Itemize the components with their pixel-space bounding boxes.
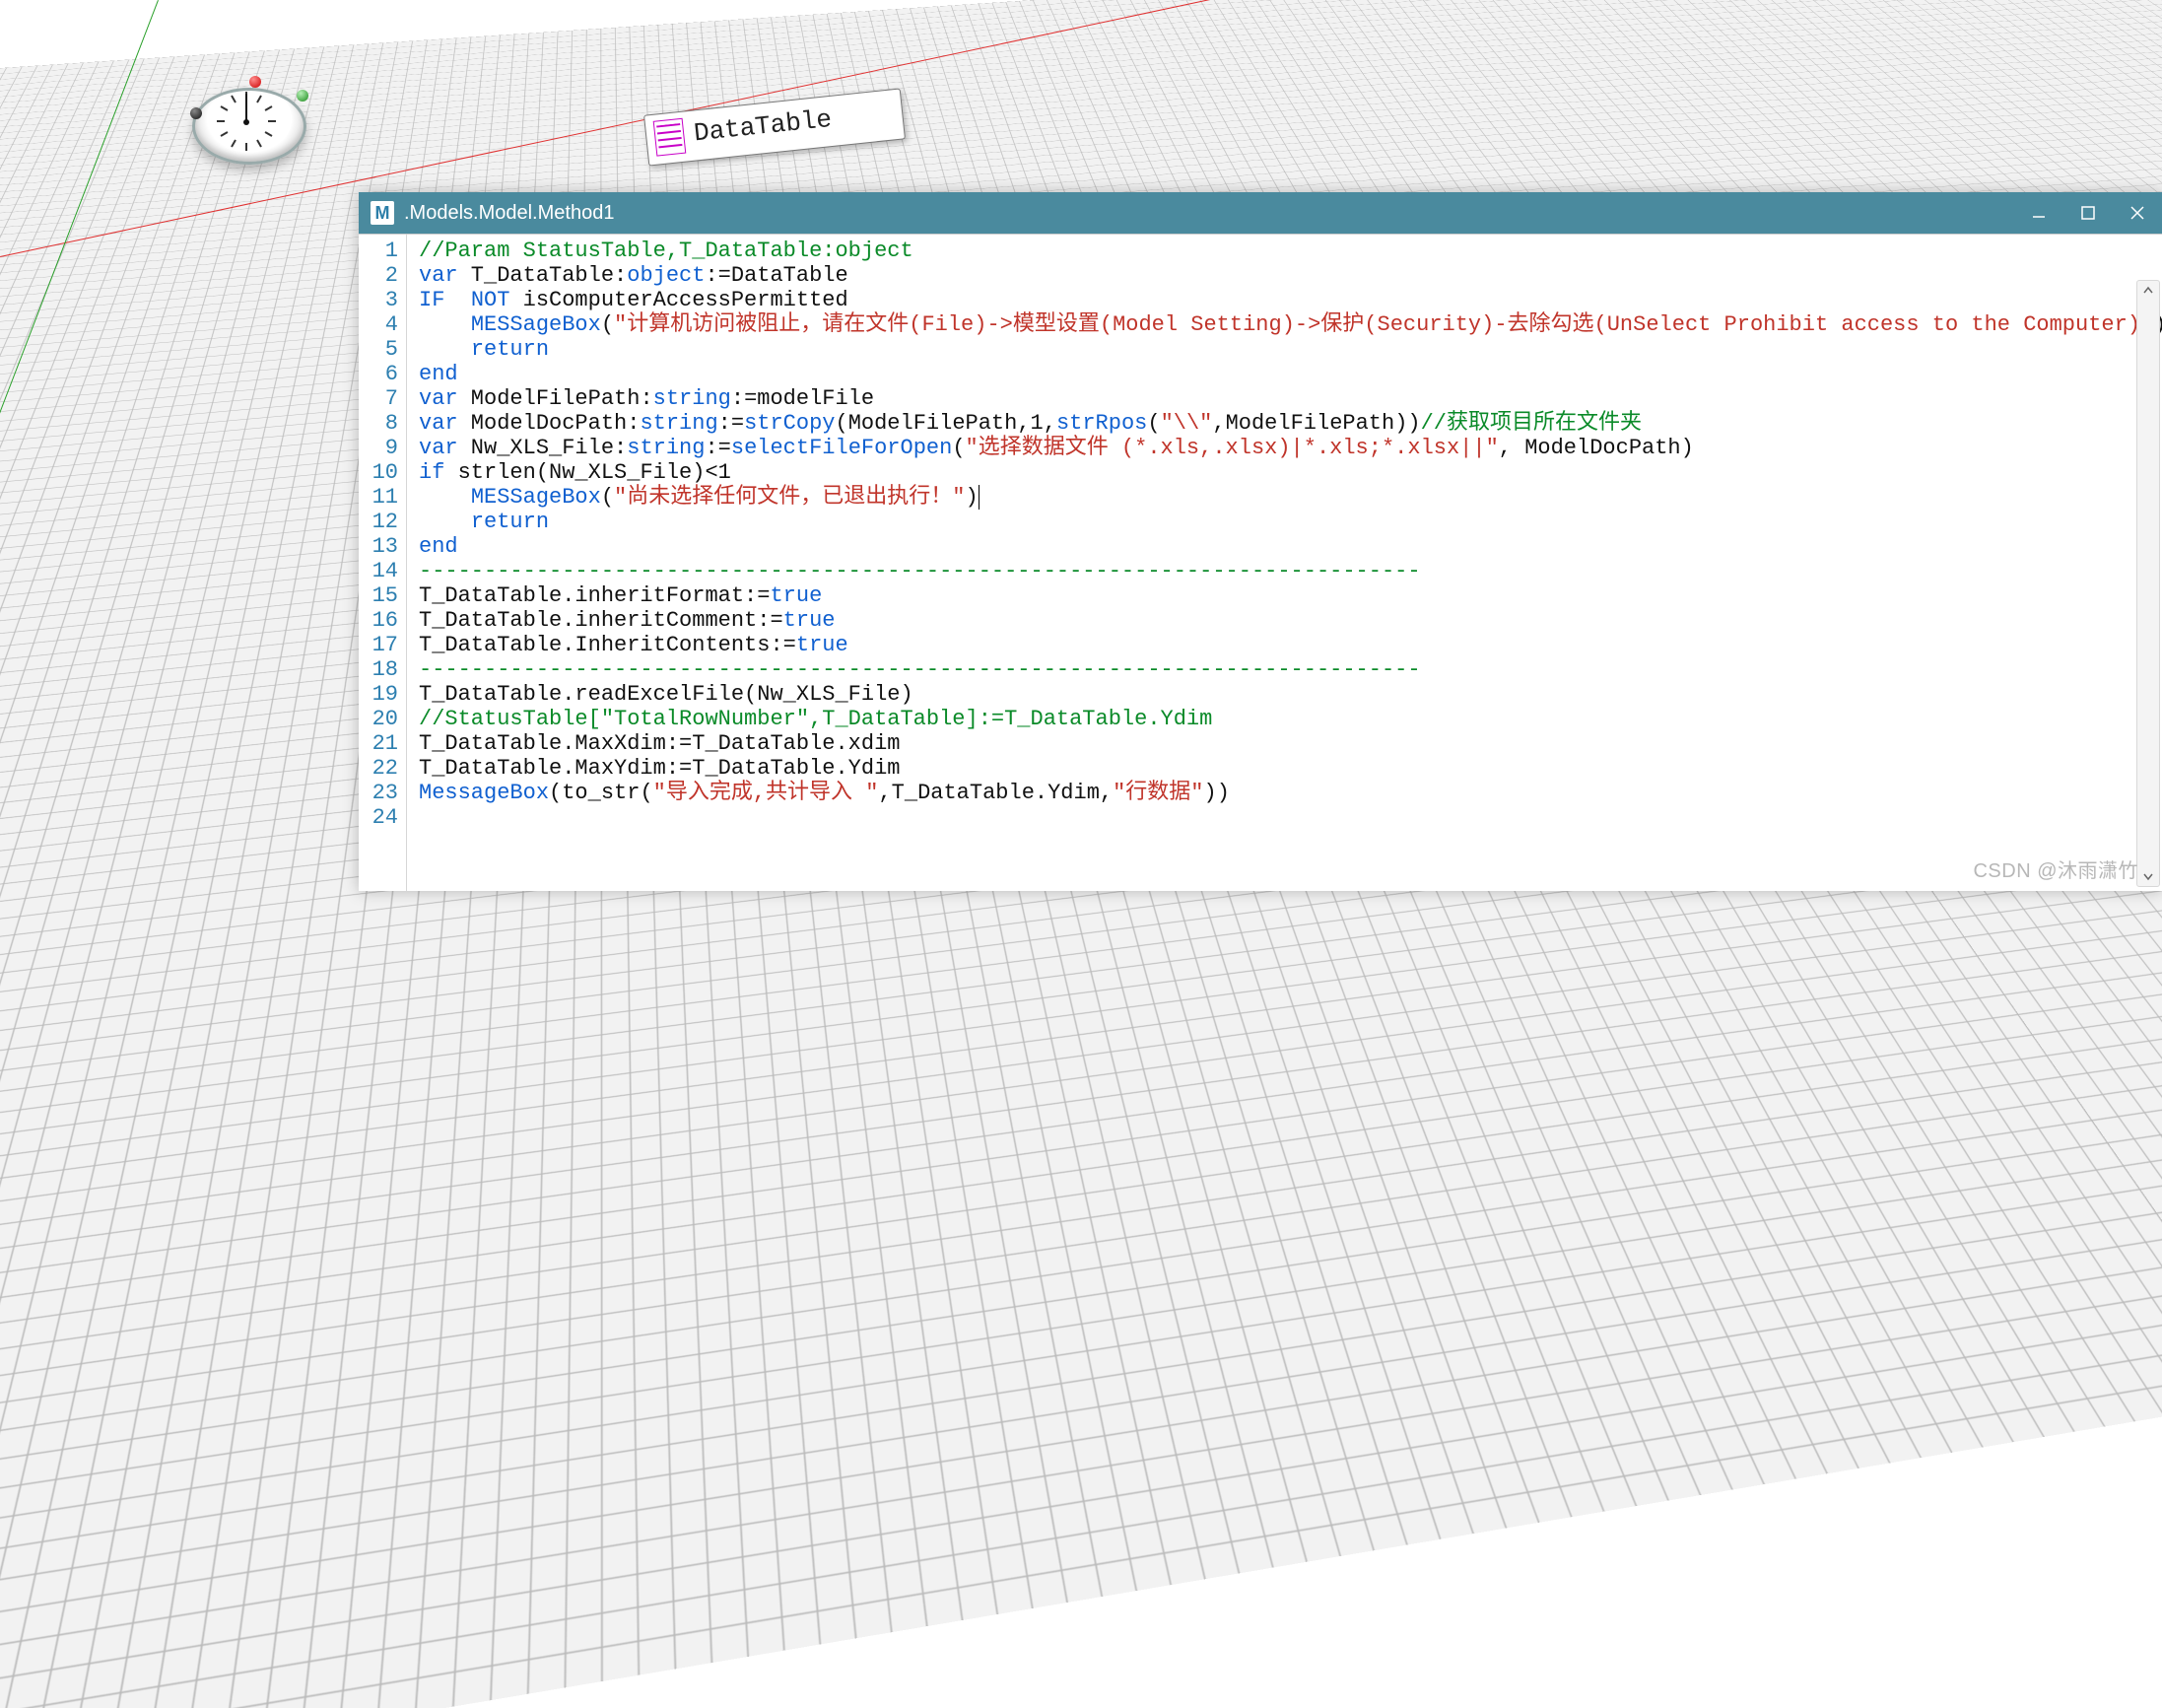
scroll-down-button[interactable]: [2137, 866, 2159, 886]
line-number: 9: [359, 436, 406, 460]
code-area[interactable]: 1 2 3 4 5 6 7 8 9 10 11 12 13 14 15 16 1…: [359, 234, 2162, 891]
line-number: 12: [359, 510, 406, 534]
line-number-gutter: 1 2 3 4 5 6 7 8 9 10 11 12 13 14 15 16 1…: [359, 235, 407, 891]
line-number: 13: [359, 534, 406, 559]
line-number: 11: [359, 485, 406, 510]
line-number: 24: [359, 805, 406, 830]
vertical-scrollbar[interactable]: [2136, 280, 2160, 887]
line-number: 6: [359, 362, 406, 386]
line-number: 3: [359, 288, 406, 312]
minimize-icon: [2032, 206, 2046, 220]
app-logo-icon: M: [371, 201, 394, 225]
minimize-button[interactable]: [2014, 192, 2063, 234]
close-button[interactable]: [2113, 192, 2162, 234]
line-number: 21: [359, 731, 406, 756]
event-controller-clock[interactable]: [192, 82, 330, 171]
datatable-label: DataTable: [693, 104, 834, 149]
line-number: 7: [359, 386, 406, 411]
line-number: 10: [359, 460, 406, 485]
clock-red-marker-icon: [249, 76, 261, 88]
maximize-button[interactable]: [2063, 192, 2113, 234]
line-number: 22: [359, 756, 406, 781]
line-number: 2: [359, 263, 406, 288]
scroll-up-button[interactable]: [2137, 281, 2159, 301]
line-number: 15: [359, 583, 406, 608]
line-number: 18: [359, 657, 406, 682]
line-number: 14: [359, 559, 406, 583]
window-title: .Models.Model.Method1: [404, 202, 614, 225]
method-editor-window[interactable]: M .Models.Model.Method1 1 2 3 4 5 6 7 8 …: [359, 192, 2162, 891]
close-icon: [2130, 206, 2144, 220]
clock-green-marker-icon: [297, 90, 308, 102]
chevron-up-icon: [2143, 286, 2153, 296]
clock-black-marker-icon: [190, 107, 202, 119]
datatable-icon: [653, 118, 687, 157]
text-caret: [979, 485, 980, 510]
line-number: 1: [359, 239, 406, 263]
line-number: 23: [359, 781, 406, 805]
line-number: 5: [359, 337, 406, 362]
line-number: 16: [359, 608, 406, 633]
line-number: 4: [359, 312, 406, 337]
line-number: 17: [359, 633, 406, 657]
line-number: 19: [359, 682, 406, 707]
line-number: 8: [359, 411, 406, 436]
window-titlebar[interactable]: M .Models.Model.Method1: [359, 192, 2162, 234]
code-text[interactable]: //Param StatusTable,T_DataTable:object v…: [407, 235, 2162, 891]
maximize-icon: [2081, 206, 2095, 220]
line-number: 20: [359, 707, 406, 731]
scrollbar-track[interactable]: [2137, 301, 2159, 866]
chevron-down-icon: [2143, 871, 2153, 881]
